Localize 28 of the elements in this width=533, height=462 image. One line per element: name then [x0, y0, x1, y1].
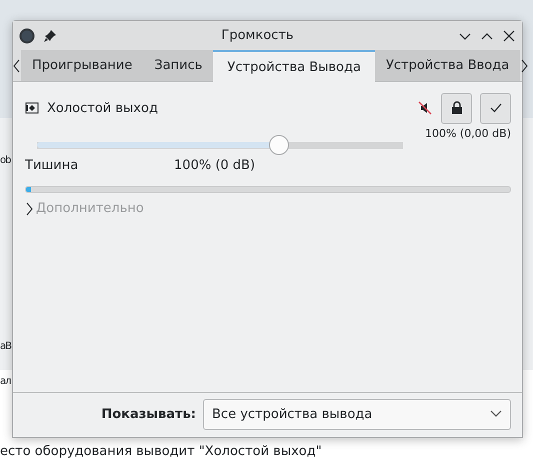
background-text: аВ: [0, 341, 11, 352]
background-text: ob: [0, 155, 10, 166]
tab[interactable]: Устройства Вывода: [213, 50, 375, 82]
scale-label: 100% (0 dB): [174, 158, 256, 173]
tab[interactable]: Проигрывание: [21, 50, 144, 81]
lock-icon: [450, 101, 462, 115]
sound-card-icon: [25, 101, 39, 115]
volume-reading: 100% (0,00 dB): [424, 127, 511, 140]
device-name: Холостой выход: [47, 100, 159, 116]
close-icon[interactable]: [502, 28, 516, 42]
pin-icon[interactable]: [43, 28, 57, 42]
app-icon: [19, 28, 35, 44]
tab[interactable]: Устройства Ввода: [374, 50, 520, 81]
show-label: Показывать:: [101, 406, 196, 422]
device-filter-dropdown[interactable]: Все устройства вывода: [203, 398, 511, 430]
window-title: Громкость: [220, 28, 295, 43]
background-text: ал: [0, 376, 11, 387]
chevron-down-icon: [490, 410, 502, 418]
chevron-right-icon[interactable]: [520, 58, 528, 72]
status-text: есто оборудования выводит "Холостой выход": [0, 444, 322, 459]
tab[interactable]: Запись: [143, 50, 214, 81]
chevron-left-icon[interactable]: [13, 58, 21, 72]
chevron-right-icon: [25, 202, 33, 216]
scale-label: Тишина: [25, 158, 78, 173]
slider-handle[interactable]: [268, 135, 289, 155]
check-icon: [490, 103, 502, 113]
muted-speaker-icon[interactable]: [417, 100, 433, 116]
lock-button[interactable]: [441, 92, 472, 124]
